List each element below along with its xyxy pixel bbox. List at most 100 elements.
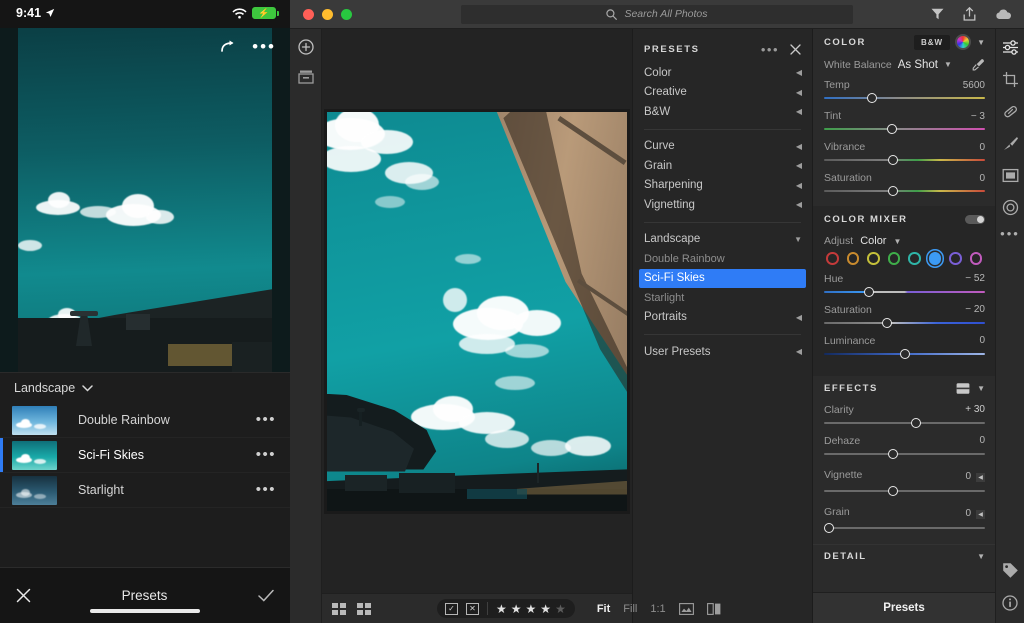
healing-brush-icon[interactable] xyxy=(1002,103,1019,120)
temp-slider[interactable]: Temp 5600 xyxy=(813,77,995,108)
star-5[interactable]: ★ xyxy=(555,602,567,616)
chevron-down-icon[interactable]: ▼ xyxy=(977,384,985,393)
before-after-icon[interactable] xyxy=(679,603,694,615)
edit-sliders-icon[interactable] xyxy=(1002,39,1019,56)
white-balance-row[interactable]: White Balance As Shot ▼ xyxy=(813,55,995,77)
preset-group-curve[interactable]: Curve ◀ xyxy=(633,137,812,157)
slider-label: Clarity xyxy=(824,404,854,416)
swatch-aqua[interactable] xyxy=(908,252,921,265)
masking-icon[interactable] xyxy=(1002,167,1019,184)
close-x-icon[interactable] xyxy=(790,44,801,55)
mobile-preset-group-selector[interactable]: Landscape xyxy=(0,373,290,403)
more-dots-icon[interactable]: ••• xyxy=(256,416,276,424)
preset-item-double-rainbow[interactable]: Double Rainbow xyxy=(633,249,812,269)
checkmark-icon[interactable] xyxy=(258,589,274,602)
share-arrow-icon[interactable] xyxy=(219,40,236,54)
more-dots-icon[interactable]: ••• xyxy=(256,486,276,494)
mixer-saturation-slider[interactable]: Saturation − 20 xyxy=(813,302,995,333)
zoom-fit-button[interactable]: Fit xyxy=(597,603,610,615)
preset-group-color[interactable]: Color ◀ xyxy=(633,63,812,83)
swatch-green[interactable] xyxy=(888,252,901,265)
luminance-slider[interactable]: Luminance 0 xyxy=(813,333,995,368)
compare-view-icon[interactable] xyxy=(357,603,371,615)
bw-toggle-button[interactable]: B&W xyxy=(914,35,950,50)
more-dots-icon[interactable]: ••• xyxy=(256,451,276,459)
info-icon[interactable] xyxy=(1002,595,1018,611)
zoom-window-button[interactable] xyxy=(341,9,352,20)
dehaze-slider[interactable]: Dehaze 0 xyxy=(813,433,995,464)
swatch-orange[interactable] xyxy=(847,252,860,265)
zoom-1to1-button[interactable]: 1:1 xyxy=(650,603,665,615)
add-photos-icon[interactable] xyxy=(298,39,314,55)
preset-group-portraits[interactable]: Portraits ◀ xyxy=(633,308,812,328)
color-mixer-toggle[interactable] xyxy=(965,215,985,224)
slider-value: − 52 xyxy=(965,273,985,284)
more-dots-icon[interactable]: ••• xyxy=(1000,231,1020,237)
mobile-photo-preview[interactable]: ••• xyxy=(0,28,290,372)
swatch-magenta[interactable] xyxy=(970,252,983,265)
star-2[interactable]: ★ xyxy=(511,602,523,616)
chevron-left-icon[interactable]: ◀ xyxy=(976,510,985,519)
main-photo[interactable] xyxy=(324,109,630,514)
vignette-slider[interactable]: Vignette 0◀ xyxy=(813,464,995,501)
preset-item-starlight[interactable]: Starlight xyxy=(633,288,812,308)
more-dots-icon[interactable]: ••• xyxy=(252,42,276,52)
share-up-icon[interactable] xyxy=(963,7,976,21)
list-item[interactable]: Starlight ••• xyxy=(0,473,290,508)
chevron-down-icon[interactable]: ▼ xyxy=(977,552,985,561)
preset-group-grain[interactable]: Grain ◀ xyxy=(633,156,812,176)
close-x-icon[interactable] xyxy=(16,588,31,603)
radial-gradient-icon[interactable] xyxy=(1002,199,1019,216)
saturation-slider[interactable]: Saturation 0 xyxy=(813,170,995,206)
minimize-window-button[interactable] xyxy=(322,9,333,20)
presets-button[interactable]: Presets xyxy=(813,592,995,623)
crop-icon[interactable] xyxy=(1002,71,1019,88)
albums-icon[interactable] xyxy=(298,69,314,85)
flag-pick-icon[interactable]: ✓ xyxy=(445,603,458,615)
preset-group-user-presets[interactable]: User Presets ◀ xyxy=(633,342,812,362)
tint-slider[interactable]: Tint − 3 xyxy=(813,108,995,139)
grid-view-icon[interactable] xyxy=(332,603,346,615)
preset-group-vignetting[interactable]: Vignetting ◀ xyxy=(633,195,812,215)
search-input[interactable]: Search All Photos xyxy=(461,5,853,24)
star-rating[interactable]: ★ ★ ★ ★ ★ xyxy=(496,602,567,616)
swatch-yellow[interactable] xyxy=(867,252,880,265)
grain-slider[interactable]: Grain 0◀ xyxy=(813,501,995,538)
star-3[interactable]: ★ xyxy=(526,602,538,616)
star-1[interactable]: ★ xyxy=(496,602,508,616)
color-wheel-icon[interactable] xyxy=(955,34,971,50)
window-controls[interactable] xyxy=(303,9,352,20)
star-4[interactable]: ★ xyxy=(540,602,552,616)
list-item[interactable]: Sci-Fi Skies ••• xyxy=(0,438,290,473)
keyword-tag-icon[interactable] xyxy=(1002,562,1019,579)
preset-group-creative[interactable]: Creative ◀ xyxy=(633,83,812,103)
edit-panel: COLOR B&W ▼ White Balance As Shot ▼ xyxy=(813,29,995,623)
zoom-fill-button[interactable]: Fill xyxy=(623,603,637,615)
chevron-left-icon[interactable]: ◀ xyxy=(976,473,985,482)
hue-slider[interactable]: Hue − 52 xyxy=(813,271,995,302)
list-item[interactable]: Double Rainbow ••• xyxy=(0,403,290,438)
chevron-left-icon: ◀ xyxy=(796,68,802,77)
swatch-red[interactable] xyxy=(826,252,839,265)
cloud-icon[interactable] xyxy=(995,8,1012,20)
swatch-purple[interactable] xyxy=(949,252,962,265)
eyedropper-icon[interactable] xyxy=(972,58,985,71)
chevron-down-icon[interactable]: ▼ xyxy=(977,38,985,47)
preset-item-sci-fi-skies[interactable]: Sci-Fi Skies xyxy=(639,269,806,289)
close-window-button[interactable] xyxy=(303,9,314,20)
preset-group-bw[interactable]: B&W ◀ xyxy=(633,102,812,122)
preset-group-sharpening[interactable]: Sharpening ◀ xyxy=(633,176,812,196)
brush-icon[interactable] xyxy=(1002,135,1019,152)
adjust-row[interactable]: Adjust Color ▼ xyxy=(813,232,995,252)
split-view-icon[interactable] xyxy=(707,603,721,615)
flag-reject-icon[interactable]: ✕ xyxy=(466,603,479,615)
vibrance-slider[interactable]: Vibrance 0 xyxy=(813,139,995,170)
more-dots-icon[interactable]: ••• xyxy=(761,46,779,53)
preset-group-landscape[interactable]: Landscape ▼ xyxy=(633,230,812,250)
swatch-blue[interactable] xyxy=(929,252,942,265)
clarity-slider[interactable]: Clarity + 30 xyxy=(813,402,995,433)
presets-panel-header: PRESETS ••• xyxy=(633,35,812,63)
filter-funnel-icon[interactable] xyxy=(931,8,944,20)
effects-preset-icon[interactable] xyxy=(956,382,970,395)
detail-section-header[interactable]: DETAIL ▼ xyxy=(813,545,995,569)
